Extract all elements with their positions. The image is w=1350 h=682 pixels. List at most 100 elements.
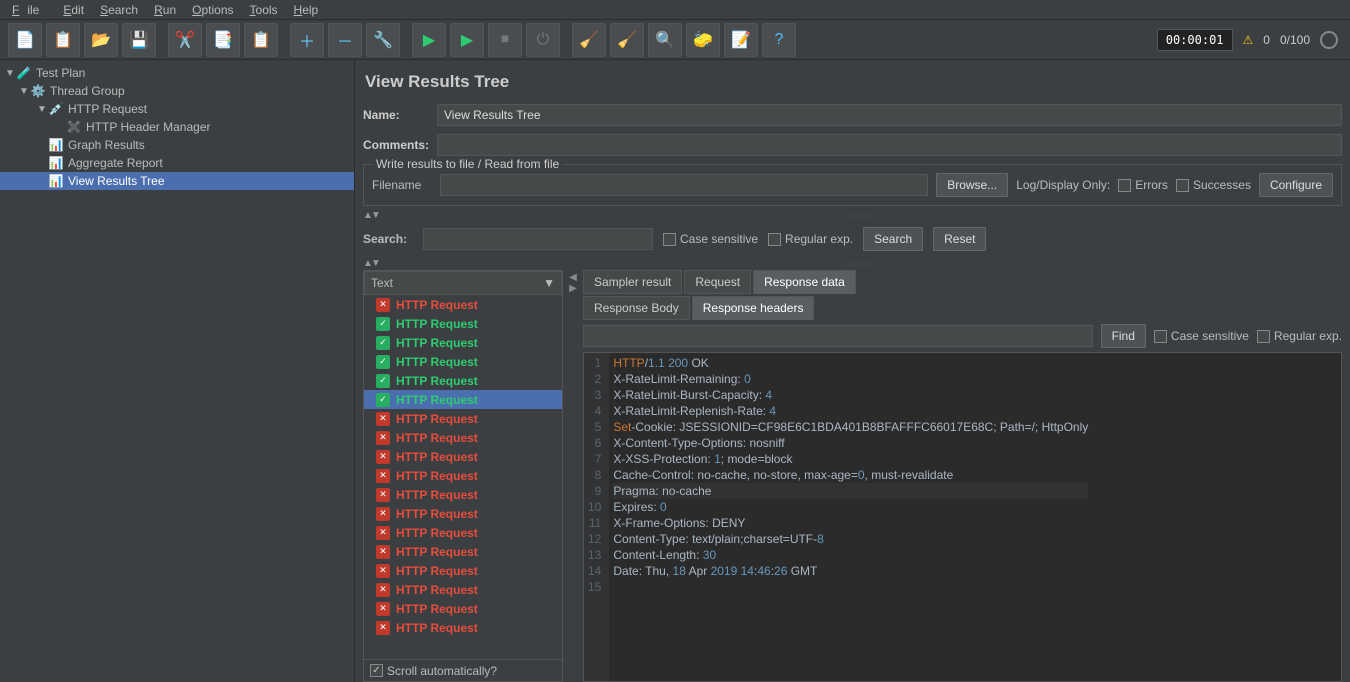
reset-search-icon[interactable]: 🧽 [686,23,720,57]
start-no-pause-icon[interactable]: ▶ [450,23,484,57]
fail-icon: ✕ [376,431,390,445]
result-item[interactable]: ✓HTTP Request [364,314,562,333]
result-item[interactable]: ✓HTTP Request [364,352,562,371]
shutdown-icon[interactable]: ⏻ [526,23,560,57]
templates-icon[interactable]: 📋 [46,23,80,57]
browse-button[interactable]: Browse... [936,173,1008,197]
tree-header-manager[interactable]: ✖️HTTP Header Manager [0,118,354,136]
find-regex-checkbox[interactable]: Regular exp. [1257,329,1342,343]
find-button[interactable]: Find [1101,324,1146,348]
function-helper-icon[interactable]: 📝 [724,23,758,57]
result-item-label: HTTP Request [396,545,478,559]
subtab-response-headers[interactable]: Response headers [692,296,815,320]
filename-input[interactable] [440,174,928,196]
errors-checkbox[interactable]: Errors [1118,178,1168,192]
result-item[interactable]: ✕HTTP Request [364,447,562,466]
tab-sampler-result[interactable]: Sampler result [583,270,682,294]
result-item[interactable]: ✕HTTP Request [364,599,562,618]
search-tree-icon[interactable]: 🔍 [648,23,682,57]
result-item[interactable]: ✕ HTTP Request [364,561,562,580]
menu-run[interactable]: Run [146,1,184,19]
result-item[interactable]: ✕HTTP Request [364,504,562,523]
tab-response-data[interactable]: Response data [753,270,856,294]
result-item[interactable]: ✕HTTP Request [364,485,562,504]
clear-all-icon[interactable]: 🧹 [610,23,644,57]
search-regex-checkbox[interactable]: Regular exp. [768,232,853,246]
stop-icon[interactable]: ⏹ [488,23,522,57]
menu-help[interactable]: Help [286,1,327,19]
find-input[interactable] [583,325,1093,347]
menu-search[interactable]: Search [92,1,146,19]
pass-icon: ✓ [376,374,390,388]
reset-button[interactable]: Reset [933,227,986,251]
fail-icon: ✕ [376,583,390,597]
toolbar: 📄 📋 📂 💾 ✂️ 📑 📋 ＋ － 🔧 ▶ ▶ ⏹ ⏻ 🧹 🧹 🔍 🧽 📝 ?… [0,20,1350,60]
save-icon[interactable]: 💾 [122,23,156,57]
renderer-dropdown[interactable]: Text▼ [364,271,562,295]
result-item[interactable]: ✕HTTP Request [364,542,562,561]
cut-icon[interactable]: ✂️ [168,23,202,57]
search-button[interactable]: Search [863,227,923,251]
response-code-viewer[interactable]: 123456789101112131415 HTTP/1.1 200 OKX-R… [583,352,1342,682]
pass-icon: ✓ [376,355,390,369]
toggle-icon[interactable]: 🔧 [366,23,400,57]
result-item[interactable]: ✕HTTP Request [364,466,562,485]
result-item[interactable]: ✕HTTP Request [364,295,562,314]
tree-aggregate-report[interactable]: 📊Aggregate Report [0,154,354,172]
add-icon[interactable]: ＋ [290,23,324,57]
warning-count: 0 [1263,33,1270,47]
timer: 00:00:01 [1157,29,1233,51]
test-plan-tree[interactable]: ▼🧪Test Plan ▼⚙️Thread Group ▼💉HTTP Reque… [0,60,355,682]
name-input[interactable] [437,104,1342,126]
result-item-label: HTTP Request [396,602,478,616]
subtab-response-body[interactable]: Response Body [583,296,690,320]
splitter-horizontal-1[interactable]: ▲▼:::::::: [363,210,1342,220]
open-icon[interactable]: 📂 [84,23,118,57]
result-item-label: HTTP Request [396,526,478,540]
result-item[interactable]: ✓HTTP Request [364,333,562,352]
remove-icon[interactable]: － [328,23,362,57]
help-icon[interactable]: ? [762,23,796,57]
tab-request[interactable]: Request [684,270,751,294]
find-case-checkbox[interactable]: Case sensitive [1154,329,1249,343]
splitter-horizontal-2[interactable]: ▲▼:::::::: [363,258,1342,268]
pass-icon: ✓ [376,336,390,350]
result-item-label: HTTP Request [396,317,478,331]
result-item[interactable]: ✓HTTP Request [364,390,562,409]
scroll-auto-checkbox[interactable]: ✓Scroll automatically? [370,664,497,678]
result-item[interactable]: ✕HTTP Request [364,409,562,428]
result-item[interactable]: ✕HTTP Request [364,523,562,542]
new-icon[interactable]: 📄 [8,23,42,57]
result-item-label: HTTP Request [396,298,478,312]
fail-icon: ✕ [376,450,390,464]
result-list[interactable]: ✕HTTP Request✓HTTP Request✓HTTP Request✓… [364,295,562,659]
comments-input[interactable] [437,134,1342,156]
tree-test-plan[interactable]: ▼🧪Test Plan [0,64,354,82]
menu-edit[interactable]: Edit [55,1,92,19]
result-item[interactable]: ✓HTTP Request [364,371,562,390]
menu-file[interactable]: File [4,1,55,19]
result-item-label: HTTP Request [396,564,478,578]
menu-tools[interactable]: Tools [242,1,286,19]
successes-checkbox[interactable]: Successes [1176,178,1251,192]
search-input[interactable] [423,228,653,250]
fail-icon: ✕ [376,488,390,502]
start-icon[interactable]: ▶ [412,23,446,57]
result-item[interactable]: ✕HTTP Request [364,580,562,599]
result-item[interactable]: ✕HTTP Request [364,618,562,637]
paste-icon[interactable]: 📋 [244,23,278,57]
tree-http-request[interactable]: ▼💉HTTP Request [0,100,354,118]
result-item[interactable]: ✕HTTP Request [364,428,562,447]
tree-thread-group[interactable]: ▼⚙️Thread Group [0,82,354,100]
write-results-fieldset: Write results to file / Read from file F… [363,164,1342,206]
copy-icon[interactable]: 📑 [206,23,240,57]
clear-icon[interactable]: 🧹 [572,23,606,57]
menu-options[interactable]: Options [184,1,241,19]
search-case-checkbox[interactable]: Case sensitive [663,232,758,246]
tree-view-results-tree[interactable]: 📊View Results Tree [0,172,354,190]
configure-button[interactable]: Configure [1259,173,1333,197]
warning-icon[interactable]: ⚠ [1243,33,1254,47]
splitter-vertical[interactable]: ◀▶ [569,270,577,682]
fail-icon: ✕ [376,564,390,578]
tree-graph-results[interactable]: 📊Graph Results [0,136,354,154]
